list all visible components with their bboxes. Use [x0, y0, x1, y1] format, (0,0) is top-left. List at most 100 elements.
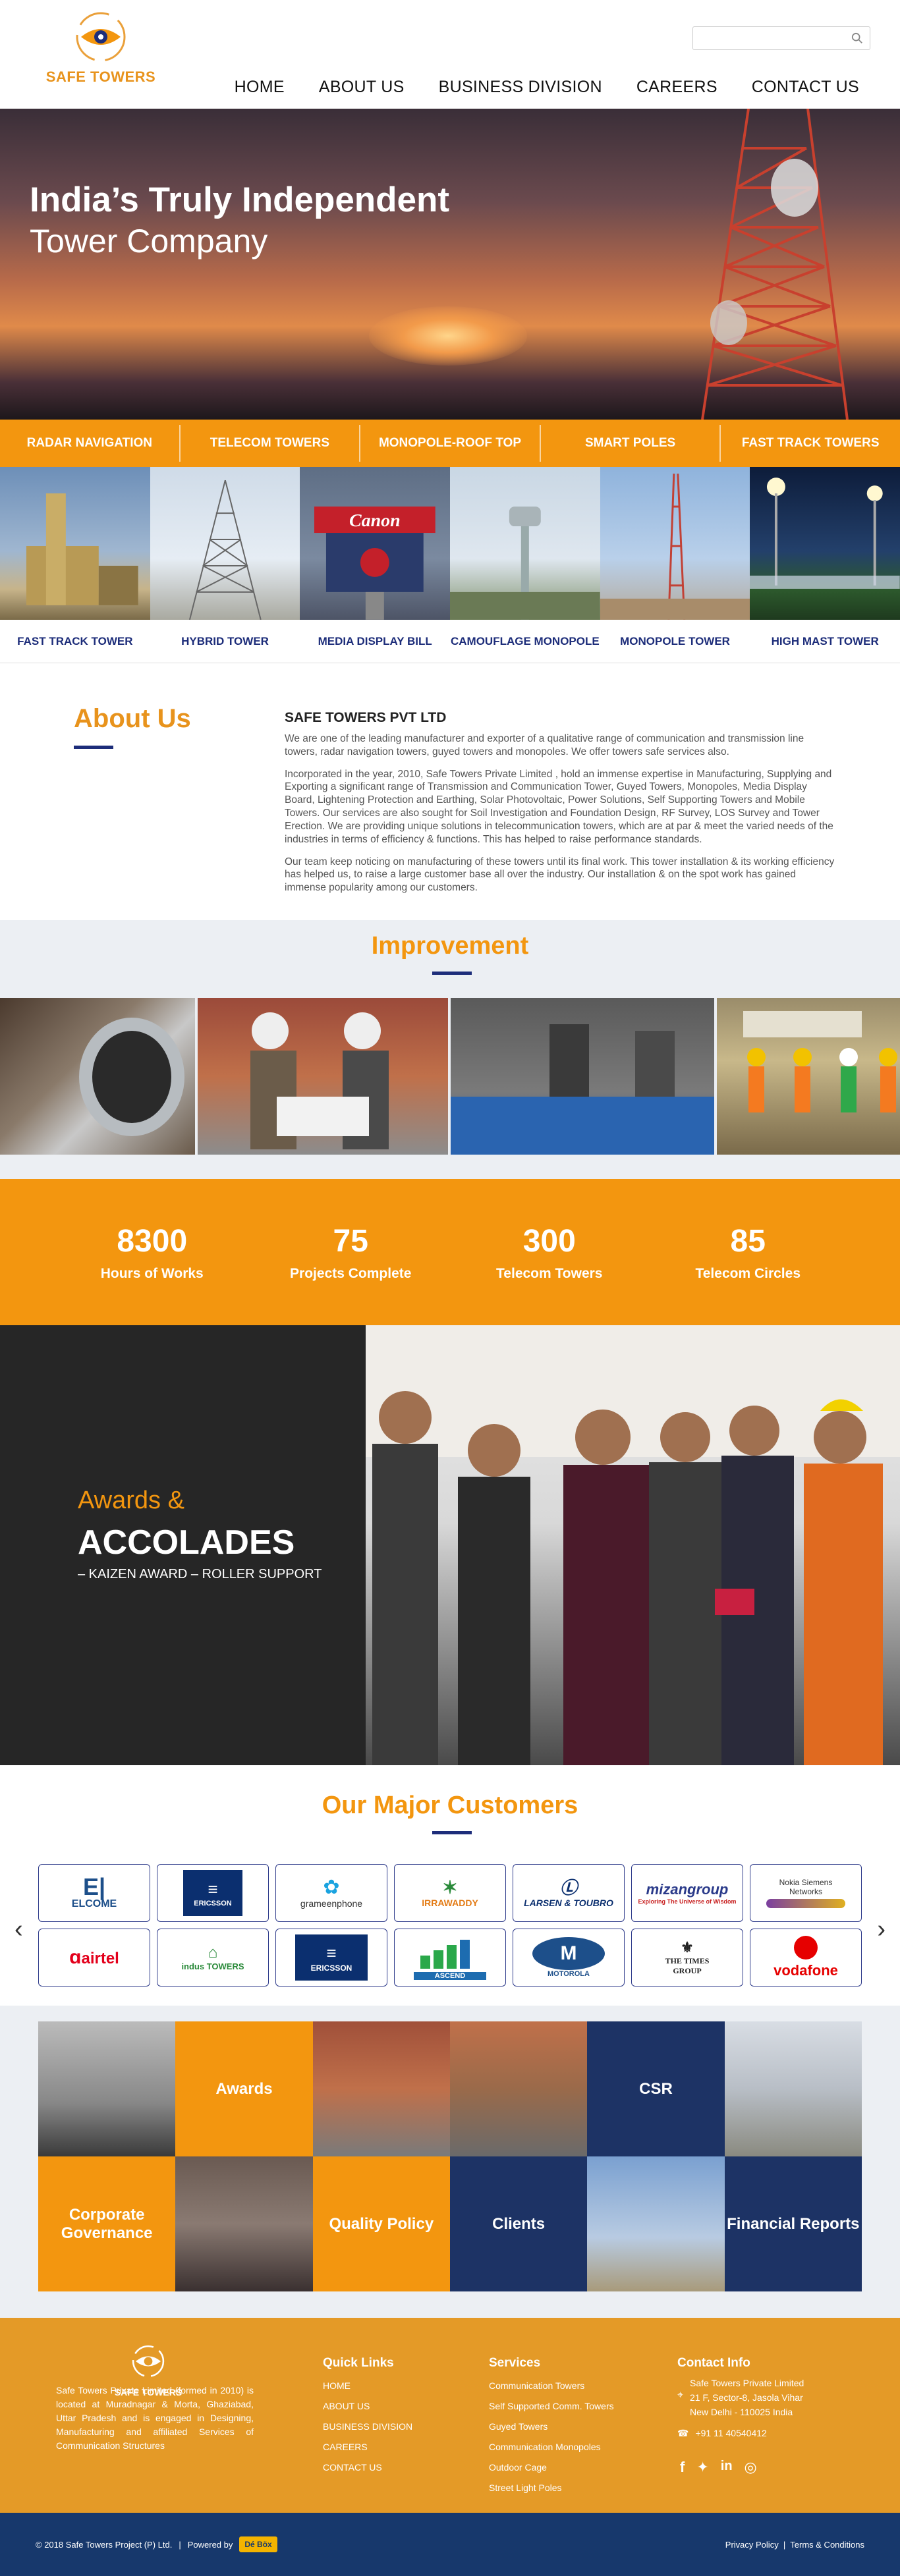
- footer-contact: Contact Info ⌖ Safe Towers Private Limit…: [677, 2356, 804, 2444]
- logo-grameenphone[interactable]: ✿ grameenphone: [275, 1864, 387, 1922]
- logo-text: MOTOROLA: [548, 1970, 590, 1978]
- logo-times-group[interactable]: ⚜ THE TIMES GROUP: [631, 1929, 743, 1987]
- social-links: f ✦ in ◎: [680, 2459, 757, 2476]
- powered-by-logo[interactable]: Dé Böx: [239, 2536, 277, 2552]
- tile-awards[interactable]: Awards: [175, 2021, 313, 2156]
- tile-corporate-governance[interactable]: Corporate Governance: [38, 2156, 176, 2291]
- tile-photo-team: [38, 2021, 176, 2156]
- search-box[interactable]: [692, 26, 870, 50]
- logo-larsen-toubro[interactable]: Ⓛ LARSEN & TOUBRO: [513, 1864, 625, 1922]
- logo-ericsson-2[interactable]: ≡ ERICSSON: [275, 1929, 387, 1987]
- category-smart-poles[interactable]: SMART POLES: [541, 425, 721, 462]
- footer-link[interactable]: BUSINESS DIVISION: [323, 2417, 412, 2437]
- footer-address-line: New Delhi - 110025 India: [690, 2407, 793, 2417]
- product-image-camouflage-monopole[interactable]: [450, 467, 600, 620]
- category-monopole-roof-top[interactable]: MONOPOLE-ROOF TOP: [360, 425, 541, 462]
- product-image-fast-track-tower[interactable]: [0, 467, 150, 620]
- footer-logo-icon: [132, 2345, 165, 2378]
- site-header: SAFE TOWERS HOME ABOUT US BUSINESS DIVIS…: [0, 0, 900, 109]
- nav-contact-us[interactable]: CONTACT US: [735, 78, 876, 97]
- instagram-icon[interactable]: ◎: [745, 2459, 757, 2476]
- footer-address-block: ⌖ Safe Towers Private Limited 21 F, Sect…: [677, 2376, 804, 2419]
- about-paragraph: We are one of the leading manufacturer a…: [285, 732, 804, 757]
- logo-elcome[interactable]: E| ELCOME: [38, 1864, 150, 1922]
- logo-ericsson[interactable]: ≡ ERICSSON: [157, 1864, 269, 1922]
- stat-number: 300: [522, 1223, 576, 1259]
- footer-link[interactable]: HOME: [323, 2376, 412, 2396]
- product-image-hybrid-tower[interactable]: [150, 467, 300, 620]
- tile-clients[interactable]: Clients: [449, 2156, 588, 2291]
- carousel-prev-button[interactable]: ‹: [14, 1915, 23, 1944]
- awards-subtitle: – KAIZEN AWARD – ROLLER SUPPORT: [78, 1567, 322, 1581]
- stat-label: Hours of Works: [100, 1265, 204, 1281]
- footer-link[interactable]: Self Supported Comm. Towers: [489, 2396, 614, 2417]
- footer-phone-text[interactable]: +91 11 40540412: [695, 2423, 766, 2444]
- hero-headline: India’s Truly Independent: [30, 180, 450, 219]
- footer-link[interactable]: CONTACT US: [323, 2457, 412, 2478]
- improvement-photo-pipes: [0, 998, 195, 1155]
- facebook-icon[interactable]: f: [680, 2459, 685, 2476]
- nav-home[interactable]: HOME: [217, 78, 302, 97]
- product-label[interactable]: MONOPOLE TOWER: [600, 635, 750, 648]
- footer-column-title: Quick Links: [323, 2356, 394, 2370]
- carousel-next-button[interactable]: ›: [877, 1915, 886, 1944]
- logo-text: airtel: [81, 1950, 119, 1967]
- logo-text: ELCOME: [71, 1898, 117, 1909]
- footer-link[interactable]: Guyed Towers: [489, 2417, 614, 2437]
- customers-section: Our Major Customers ‹ › E| ELCOME ≡ ERICSS…: [0, 1765, 900, 2006]
- tile-financial-reports[interactable]: Financial Reports: [724, 2156, 862, 2291]
- product-label[interactable]: FAST TRACK TOWER: [0, 635, 150, 648]
- footer-link[interactable]: CAREERS: [323, 2437, 412, 2457]
- product-label[interactable]: HYBRID TOWER: [150, 635, 300, 648]
- linkedin-icon[interactable]: in: [721, 2459, 733, 2476]
- product-image-high-mast-tower[interactable]: [750, 467, 900, 620]
- company-name: SAFE TOWERS PVT LTD: [285, 710, 447, 725]
- improvement-photo-team: [717, 998, 900, 1155]
- product-label[interactable]: MEDIA DISPLAY BILL: [300, 635, 450, 648]
- tile-csr[interactable]: CSR: [587, 2021, 725, 2156]
- footer-link[interactable]: Communication Towers: [489, 2376, 614, 2396]
- product-image-monopole-tower[interactable]: [600, 467, 750, 620]
- footer-link[interactable]: Street Light Poles: [489, 2478, 614, 2498]
- legal-links[interactable]: Privacy Policy | Terms & Conditions: [725, 2540, 864, 2550]
- logo-vodafone[interactable]: vodafone: [750, 1929, 862, 1987]
- site-logo[interactable]: SAFE TOWERS: [38, 8, 163, 86]
- twitter-icon[interactable]: ✦: [696, 2459, 708, 2476]
- product-label[interactable]: HIGH MAST TOWER: [750, 635, 900, 648]
- logo-airtel[interactable]: ɑairtel: [38, 1929, 150, 1987]
- search-input[interactable]: [693, 27, 845, 49]
- category-fast-track-towers[interactable]: FAST TRACK TOWERS: [721, 425, 900, 462]
- footer-quick-links: Quick Links HOME ABOUT US BUSINESS DIVIS…: [323, 2356, 412, 2478]
- customers-heading: Our Major Customers: [322, 1792, 578, 1819]
- category-telecom-towers[interactable]: TELECOM TOWERS: [181, 425, 361, 462]
- logo-irrawaddy[interactable]: ✶ IRRAWADDY: [394, 1864, 506, 1922]
- footer-link[interactable]: ABOUT US: [323, 2396, 412, 2417]
- about-section: About Us SAFE TOWERS PVT LTD We are one …: [0, 663, 900, 920]
- footer-address-line: Safe Towers Private Limited: [690, 2378, 804, 2388]
- tile-photo-meeting: [175, 2156, 313, 2291]
- footer-link[interactable]: Outdoor Cage: [489, 2457, 614, 2478]
- product-label[interactable]: CAMOUFLAGE MONOPOLE: [450, 635, 600, 648]
- heading-underline: [432, 1831, 472, 1834]
- about-paragraph: Our team keep noticing on manufacturing …: [285, 856, 835, 894]
- awards-section: Awards & ACCOLADES – KAIZEN AWARD – ROLL…: [0, 1325, 900, 1765]
- canon-sign-text: Canon: [349, 510, 401, 531]
- logo-motorola[interactable]: M MOTOROLA: [513, 1929, 625, 1987]
- nav-about-us[interactable]: ABOUT US: [302, 78, 422, 97]
- logo-nokia-siemens[interactable]: Nokia Siemens Networks: [750, 1864, 862, 1922]
- footer-phone: ☎ +91 11 40540412: [677, 2423, 804, 2444]
- category-radar-navigation[interactable]: RADAR NAVIGATION: [0, 425, 181, 462]
- nav-careers[interactable]: CAREERS: [619, 78, 735, 97]
- logo-indus-towers[interactable]: ⌂ indus TOWERS: [157, 1929, 269, 1987]
- logo-text: grameenphone: [300, 1898, 363, 1909]
- nav-business-division[interactable]: BUSINESS DIVISION: [422, 78, 619, 97]
- product-image-media-display-bill[interactable]: Canon: [300, 467, 451, 620]
- logo-text: ERICSSON: [194, 1899, 232, 1907]
- search-icon[interactable]: [851, 32, 863, 44]
- logo-ascend[interactable]: ASCEND: [394, 1929, 506, 1987]
- site-footer: SAFE TOWERS Safe Towers Private Limited …: [0, 2318, 900, 2513]
- logo-mizangroup[interactable]: mizangroup Exploring The Universe of Wisd…: [631, 1864, 743, 1922]
- tile-quality-policy[interactable]: Quality Policy: [312, 2156, 450, 2291]
- logo-text: Nokia Siemens Networks: [779, 1878, 833, 1896]
- footer-link[interactable]: Communication Monopoles: [489, 2437, 614, 2457]
